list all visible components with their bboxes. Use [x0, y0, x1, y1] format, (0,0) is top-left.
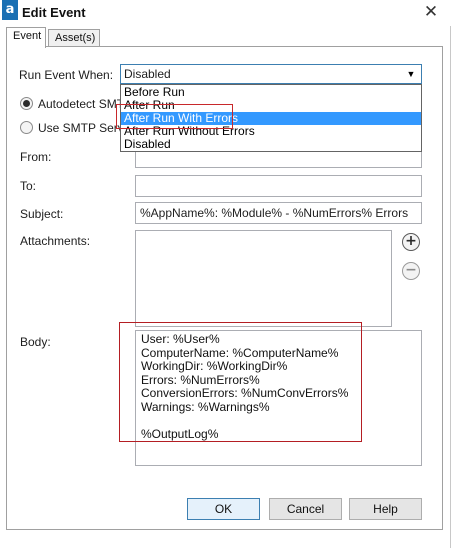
tab-assets[interactable]: Asset(s): [48, 29, 100, 47]
body-line: %OutputLog%: [141, 427, 219, 442]
run-event-label: Run Event When:: [19, 68, 114, 82]
body-line: Errors: %NumErrors%: [141, 372, 260, 387]
autodetect-smtp-label: Autodetect SMTP: [38, 97, 133, 111]
ok-button[interactable]: OK: [187, 498, 260, 520]
body-label: Body:: [20, 335, 51, 349]
subject-field[interactable]: %AppName%: %Module% - %NumErrors% Errors: [135, 202, 422, 224]
to-field[interactable]: [135, 175, 422, 197]
run-event-selected-value: Disabled: [124, 67, 171, 81]
to-label: To:: [20, 179, 37, 193]
add-attachment-icon[interactable]: +: [402, 233, 420, 251]
window-title: Edit Event: [22, 5, 86, 20]
body-line: ComputerName: %ComputerName%: [141, 345, 339, 360]
cancel-button[interactable]: Cancel: [269, 498, 342, 520]
remove-attachment-icon[interactable]: −: [402, 262, 420, 280]
edit-event-dialog: a Edit Event ✕ Event Asset(s) Run Event …: [0, 0, 451, 548]
title-bar: a Edit Event ✕: [0, 0, 451, 26]
from-label: From:: [20, 150, 52, 164]
dropdown-option-disabled[interactable]: Disabled: [121, 138, 421, 151]
body-line: User: %User%: [141, 332, 220, 346]
subject-label: Subject:: [20, 207, 64, 221]
use-smtp-server-radio[interactable]: [20, 121, 33, 134]
chevron-down-icon[interactable]: ▼: [403, 66, 419, 82]
autodetect-smtp-radio[interactable]: [20, 97, 33, 110]
body-line: Warnings: %Warnings%: [141, 399, 270, 414]
body-line: [141, 415, 348, 429]
attachments-label: Attachments:: [20, 234, 91, 248]
help-button[interactable]: Help: [349, 498, 422, 520]
body-text: User: %User% ComputerName: %ComputerName…: [141, 332, 349, 442]
run-event-select[interactable]: Disabled ▼: [120, 64, 422, 84]
run-event-dropdown-list: Before Run After Run After Run With Erro…: [120, 84, 422, 152]
body-line: WorkingDir: %WorkingDir%: [141, 359, 288, 374]
close-icon[interactable]: ✕: [420, 2, 442, 24]
tab-event[interactable]: Event: [6, 27, 46, 48]
attachments-list[interactable]: [135, 230, 392, 327]
body-line: ConversionErrors: %NumConvErrors%: [141, 386, 349, 401]
app-logo-icon: a: [2, 0, 18, 20]
